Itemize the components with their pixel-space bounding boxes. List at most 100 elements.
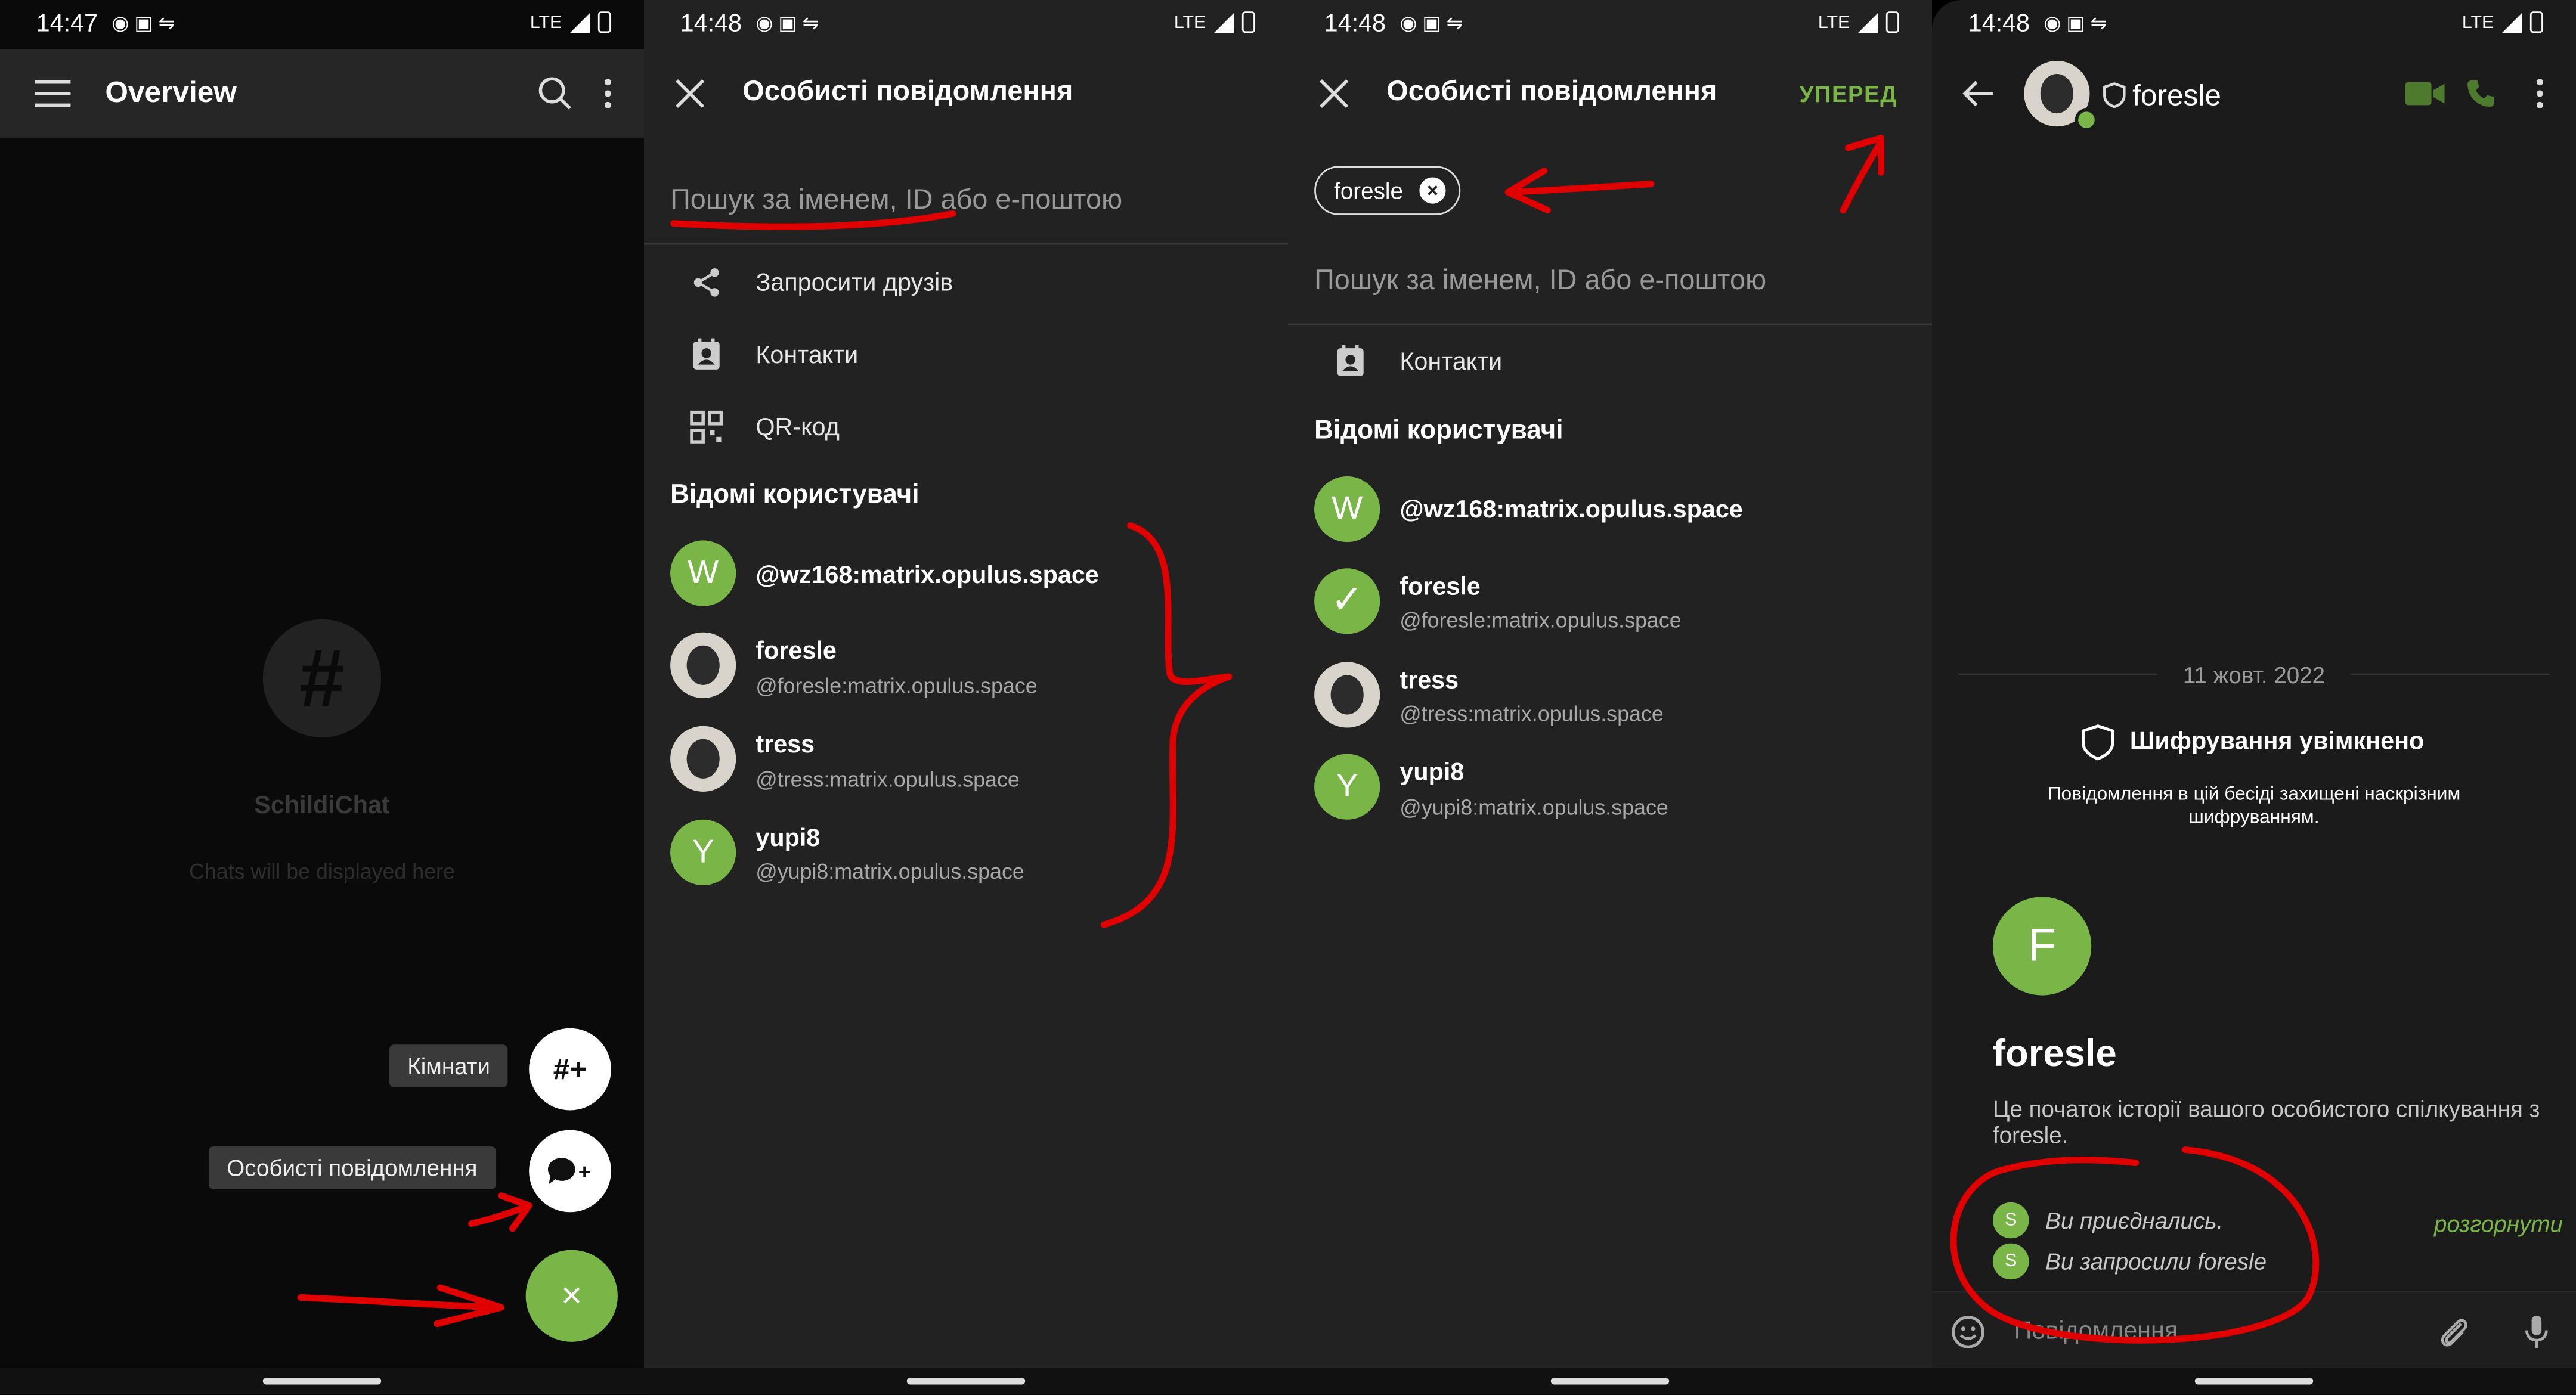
signal-icon — [2502, 12, 2522, 32]
avatar: W — [670, 540, 736, 606]
toolbar: Особисті повідомлення — [643, 49, 1288, 138]
home-indicator[interactable] — [906, 1378, 1026, 1385]
event-avatar: S — [1992, 1202, 2029, 1239]
home-indicator[interactable] — [2194, 1378, 2314, 1385]
close-icon[interactable] — [1314, 74, 1354, 113]
known-users-heading: Відомі користувачі — [670, 481, 919, 510]
more-options-icon[interactable] — [592, 74, 624, 113]
user-name: @wz168:matrix.opulus.space — [756, 562, 1099, 590]
known-users-heading: Відомі користувачі — [1314, 417, 1563, 445]
battery-icon — [1241, 11, 1255, 33]
room-big-name: foresle — [1992, 1031, 2117, 1074]
selected-check-icon: ✓ — [1314, 568, 1380, 634]
status-bar: 14:48 ◉ ▣ ⇋ LTE — [644, 0, 1288, 49]
more-options-icon[interactable] — [2524, 74, 2556, 113]
video-call-icon[interactable] — [2402, 74, 2448, 113]
user-id: @foresle:matrix.opulus.space — [756, 673, 1038, 698]
page-title: Overview — [105, 75, 237, 108]
home-indicator[interactable] — [1550, 1378, 1670, 1385]
remove-chip-icon[interactable]: × — [1419, 177, 1446, 204]
attachment-icon[interactable] — [2435, 1312, 2474, 1351]
status-right: LTE — [2462, 11, 2543, 33]
nav-bar — [643, 1368, 1288, 1395]
message-input[interactable]: Повідомлення… — [2014, 1318, 2203, 1346]
status-icons: ◉ ▣ ⇋ — [2044, 11, 2107, 35]
dm-fab-label[interactable]: Особисті повідомлення — [208, 1146, 496, 1189]
avatar: Y — [1314, 754, 1380, 820]
qr-code-item[interactable]: QR-код — [756, 414, 840, 442]
microphone-icon[interactable] — [2517, 1312, 2556, 1351]
date-text: 11 жовт. 2022 — [2156, 662, 2352, 688]
status-time: 14:47 — [36, 10, 98, 38]
user-name: yupi8 — [756, 824, 821, 852]
contacts-icon — [687, 335, 726, 374]
divider — [643, 243, 1288, 245]
room-add-icon: #+ — [553, 1052, 587, 1085]
create-dm-button[interactable]: + — [529, 1130, 611, 1213]
invite-friends-item[interactable]: Запросити друзів — [756, 269, 953, 297]
next-button[interactable]: УПЕРЕД — [1799, 80, 1897, 107]
emoji-icon[interactable] — [1949, 1312, 1988, 1351]
page-title: Особисті повідомлення — [1386, 75, 1717, 107]
avatar: Y — [670, 819, 736, 885]
empty-subtitle: Chats will be displayed here — [189, 858, 455, 884]
screen-new-dm-selected: 14:48 ◉ ▣ ⇋ LTE Особисті повідомлення УП… — [1287, 0, 1932, 1395]
screen-room: 14:48 ◉ ▣ ⇋ LTE foresle 11 жовт. 2022 Ши… — [1931, 0, 2576, 1395]
status-bar: 14:48 ◉ ▣ ⇋ LTE — [1932, 0, 2576, 49]
nav-bar — [0, 1368, 644, 1395]
svg-text:+: + — [578, 1160, 591, 1184]
voice-call-icon[interactable] — [2461, 74, 2500, 113]
selected-user-chip[interactable]: foresle × — [1314, 166, 1461, 215]
home-indicator[interactable] — [262, 1378, 382, 1385]
status-icons: ◉ ▣ ⇋ — [756, 11, 819, 35]
user-id: @tress:matrix.opulus.space — [756, 767, 1020, 792]
status-right: LTE — [1818, 11, 1899, 33]
close-icon[interactable] — [670, 74, 710, 113]
online-indicator — [2075, 108, 2098, 132]
event-invited: Ви запросили foresle — [2045, 1248, 2267, 1275]
nav-bar — [1287, 1368, 1932, 1395]
screen-new-dm: 14:48 ◉ ▣ ⇋ LTE Особисті повідомлення По… — [643, 0, 1288, 1395]
user-name: foresle — [1400, 573, 1481, 602]
network-label: LTE — [1818, 12, 1850, 32]
status-right: LTE — [1174, 11, 1255, 33]
close-icon: × — [561, 1274, 583, 1316]
back-arrow-icon[interactable] — [1958, 74, 1998, 113]
rooms-fab-label[interactable]: Кімнати — [389, 1044, 509, 1087]
contacts-icon — [1331, 342, 1370, 381]
status-time: 14:48 — [1968, 10, 2030, 38]
status-time: 14:48 — [1324, 10, 1386, 38]
network-label: LTE — [530, 12, 562, 32]
network-label: LTE — [1174, 12, 1206, 32]
avatar — [670, 726, 736, 792]
battery-icon — [1885, 11, 1899, 33]
user-name: foresle — [756, 637, 837, 665]
search-input[interactable]: Пошук за іменем, ID або е-поштою — [670, 184, 1122, 217]
status-bar: 14:48 ◉ ▣ ⇋ LTE — [1288, 0, 1932, 49]
expand-events-link[interactable]: розгорнути — [2434, 1211, 2563, 1237]
close-fab-button[interactable]: × — [525, 1250, 618, 1342]
avatar — [670, 632, 736, 698]
date-separator: 11 жовт. 2022 — [1932, 662, 2576, 688]
search-icon[interactable] — [535, 74, 575, 113]
share-icon — [687, 263, 726, 302]
network-label: LTE — [2462, 12, 2494, 32]
qr-code-icon — [687, 407, 726, 447]
user-id: @tress:matrix.opulus.space — [1400, 701, 1664, 726]
event-avatar: S — [1992, 1243, 2029, 1280]
status-icons: ◉ ▣ ⇋ — [1400, 11, 1463, 35]
contacts-item[interactable]: Контакти — [1400, 348, 1502, 376]
room-name[interactable]: foresle — [2132, 79, 2221, 113]
room-start-text: Це початок історії вашого особистого спі… — [1992, 1095, 2540, 1148]
user-name: tress — [756, 731, 815, 759]
user-id: @foresle:matrix.opulus.space — [1400, 607, 1682, 633]
battery-icon — [2529, 11, 2543, 33]
user-id: @yupi8:matrix.opulus.space — [756, 858, 1024, 884]
status-bar: 14:47 ◉ ▣ ⇋ LTE — [0, 0, 644, 49]
search-input[interactable]: Пошук за іменем, ID або е-поштою — [1314, 265, 1766, 297]
user-name: @wz168:matrix.opulus.space — [1400, 496, 1743, 524]
status-icons: ◉ ▣ ⇋ — [112, 11, 175, 35]
create-room-button[interactable]: #+ — [529, 1028, 611, 1111]
menu-icon[interactable] — [33, 74, 72, 113]
contacts-item[interactable]: Контакти — [756, 342, 858, 370]
